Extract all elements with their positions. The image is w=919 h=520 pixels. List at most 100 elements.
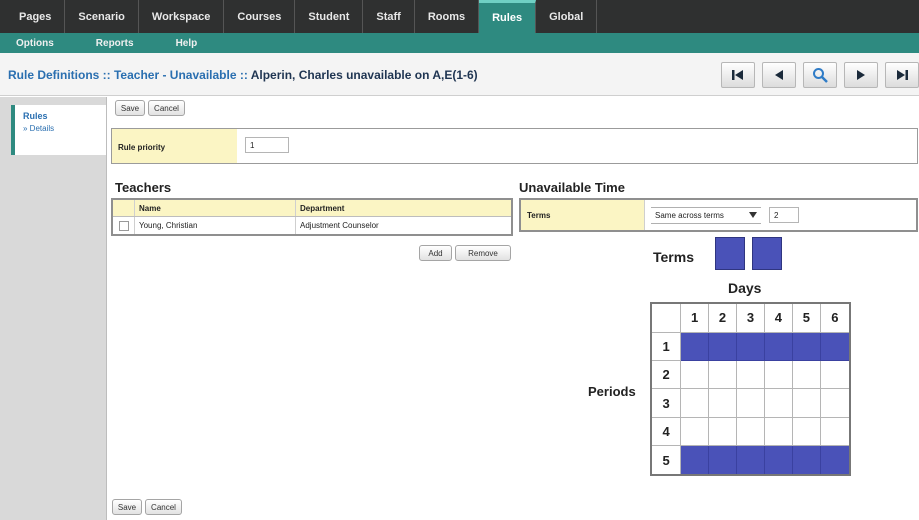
skip-first-icon (732, 70, 743, 80)
row-checkbox[interactable] (118, 220, 129, 231)
remove-button[interactable]: Remove (455, 245, 511, 261)
sub-nav: Options Reports Help (0, 33, 919, 53)
save-button-bottom[interactable]: Save (112, 499, 142, 515)
nav-tab-pages[interactable]: Pages (6, 0, 66, 33)
table-row[interactable]: Young, Christian Adjustment Counselor (113, 217, 511, 234)
nav-tab-rooms[interactable]: Rooms (415, 0, 480, 33)
cancel-button-bottom[interactable]: Cancel (145, 499, 182, 515)
schedule-cell[interactable] (819, 360, 851, 390)
nav-tab-scenario[interactable]: Scenario (65, 0, 139, 33)
save-button[interactable]: Save (115, 100, 145, 116)
first-record-button[interactable] (721, 62, 755, 88)
terms-select-value: Same across terms (655, 210, 724, 220)
periods-label: Periods (588, 384, 636, 399)
last-record-button[interactable] (885, 62, 919, 88)
schedule-cell[interactable] (680, 360, 710, 390)
schedule-cell[interactable] (680, 388, 710, 418)
arrow-right-icon (857, 70, 865, 80)
nav-tab-courses[interactable]: Courses (224, 0, 296, 33)
title-bar: Rule Definitions :: Teacher - Unavailabl… (0, 53, 919, 96)
terms-field-label: Terms (521, 200, 645, 230)
schedule-cell[interactable] (708, 388, 737, 418)
page-title: Rule Definitions :: Teacher - Unavailabl… (8, 68, 478, 82)
arrow-left-icon (775, 70, 783, 80)
schedule-cell[interactable] (763, 388, 793, 418)
term-2-block[interactable] (752, 237, 782, 270)
subnav-options[interactable]: Options (16, 38, 54, 49)
record-navigation (714, 62, 919, 88)
schedule-cell[interactable] (736, 416, 765, 447)
day-header: 4 (763, 302, 793, 333)
next-record-button[interactable] (844, 62, 878, 88)
subnav-help[interactable]: Help (176, 38, 198, 49)
period-header: 1 (650, 331, 682, 362)
teacher-name-cell: Young, Christian (135, 217, 296, 234)
previous-record-button[interactable] (762, 62, 796, 88)
schedule-cell[interactable] (791, 388, 821, 418)
rule-priority-input[interactable]: 1 (245, 137, 289, 153)
skip-last-icon (897, 70, 908, 80)
nav-tab-rules[interactable]: Rules (479, 0, 537, 33)
schedule-cell[interactable] (708, 445, 737, 476)
schedule-cell[interactable] (680, 445, 710, 476)
rule-priority-label: Rule priority (112, 129, 237, 163)
nav-tab-student[interactable]: Student (295, 0, 364, 33)
side-tab-rules[interactable]: Rules » Details (11, 105, 106, 155)
dropdown-arrow-icon (749, 212, 757, 218)
subnav-reports[interactable]: Reports (96, 38, 134, 49)
column-department[interactable]: Department (296, 200, 511, 216)
side-tab-pane: Rules » Details (0, 97, 106, 520)
schedule-cell[interactable] (819, 388, 851, 418)
schedule-cell[interactable] (791, 416, 821, 447)
schedule-cell[interactable] (819, 331, 851, 362)
schedule-cell[interactable] (763, 416, 793, 447)
table-header: Name Department (113, 200, 511, 217)
schedule-cell[interactable] (708, 331, 737, 362)
terms-label: Terms (653, 249, 694, 265)
breadcrumb[interactable]: Rule Definitions :: Teacher - Unavailabl… (8, 68, 248, 82)
nav-tab-staff[interactable]: Staff (363, 0, 415, 33)
schedule-cell[interactable] (736, 360, 765, 390)
cancel-button[interactable]: Cancel (148, 100, 185, 116)
schedule-cell[interactable] (736, 388, 765, 418)
period-row: 3 (650, 388, 851, 418)
day-header: 6 (819, 302, 851, 333)
terms-select[interactable]: Same across terms (651, 206, 761, 224)
unavailable-time-row: Terms Same across terms 2 (519, 198, 918, 232)
schedule-cell[interactable] (680, 416, 710, 447)
column-name[interactable]: Name (135, 200, 296, 216)
schedule-cell[interactable] (819, 416, 851, 447)
term-1-block[interactable] (715, 237, 745, 270)
schedule-cell[interactable] (791, 360, 821, 390)
teacher-department-cell: Adjustment Counselor (300, 221, 379, 230)
schedule-cell[interactable] (791, 331, 821, 362)
rule-priority-row: Rule priority 1 (111, 128, 918, 164)
schedule-cell[interactable] (736, 331, 765, 362)
nav-tab-global[interactable]: Global (536, 0, 598, 33)
schedule-cell[interactable] (736, 445, 765, 476)
side-tab-label[interactable]: Rules (23, 111, 106, 121)
nav-tab-workspace[interactable]: Workspace (139, 0, 225, 33)
period-row: 1 (650, 331, 851, 362)
unavailable-time-heading: Unavailable Time (519, 180, 625, 195)
schedule-cell[interactable] (763, 360, 793, 390)
period-row: 4 (650, 416, 851, 447)
side-tab-details[interactable]: » Details (23, 124, 106, 133)
schedule-cell[interactable] (708, 416, 737, 447)
teachers-heading: Teachers (115, 180, 172, 195)
schedule-cell[interactable] (791, 445, 821, 476)
search-button[interactable] (803, 62, 837, 88)
day-header: 2 (708, 302, 737, 333)
search-icon (813, 68, 828, 83)
terms-count-input[interactable]: 2 (769, 207, 799, 223)
schedule-cell[interactable] (763, 445, 793, 476)
record-title: Alperin, Charles unavailable on A,E(1-6) (250, 68, 478, 82)
period-header: 3 (650, 388, 682, 418)
schedule-cell[interactable] (763, 331, 793, 362)
schedule-cell[interactable] (708, 360, 737, 390)
schedule-cell[interactable] (680, 331, 710, 362)
schedule-cell[interactable] (819, 445, 851, 476)
add-button[interactable]: Add (419, 245, 452, 261)
period-header: 5 (650, 445, 682, 476)
period-row: 5 (650, 445, 851, 476)
